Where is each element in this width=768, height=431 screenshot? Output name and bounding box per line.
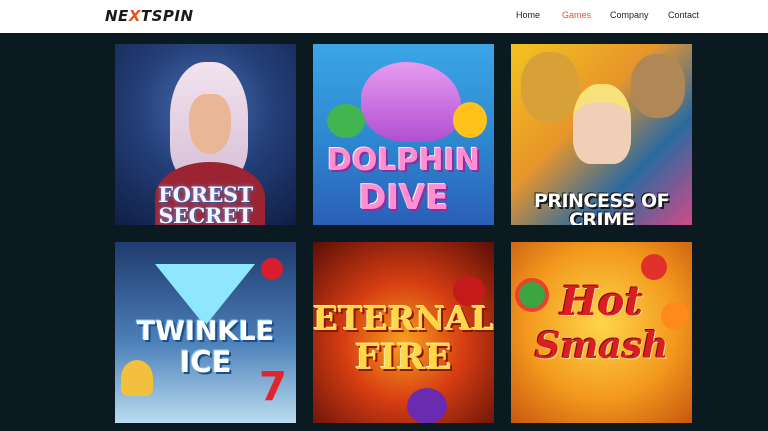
top-navigation-bar: NEXTSPIN Home Games Company Contact: [0, 0, 768, 33]
game-title-line-1: DOLPHIN: [327, 143, 480, 178]
game-title-line-2: ICE: [179, 345, 232, 379]
main-nav: Home Games Company Contact: [0, 10, 768, 24]
fish-art: [453, 102, 487, 138]
game-tile-hot-smash[interactable]: Hot Smash: [511, 242, 692, 423]
game-tile-forest-secret[interactable]: FOREST SECRET: [115, 44, 296, 225]
nav-link-games[interactable]: Games: [562, 10, 591, 20]
tiger-art: [521, 52, 579, 122]
princess-character-art: [573, 84, 631, 164]
game-tile-eternal-fire[interactable]: ETERNAL FIRE: [313, 242, 494, 423]
game-title-line-2: DIVE: [358, 178, 449, 218]
cherry-icon: [261, 258, 283, 280]
game-title: PRINCESS OF CRIME: [533, 190, 670, 226]
dolphin-art: [361, 62, 461, 142]
hyena-art: [631, 54, 685, 118]
game-title-line-2: Smash: [534, 325, 669, 367]
game-title-line-1: TWINKLE: [136, 316, 275, 347]
nav-link-contact[interactable]: Contact: [668, 10, 699, 20]
game-tile-princess-of-crime[interactable]: PRINCESS OF CRIME: [511, 44, 692, 225]
nav-link-home[interactable]: Home: [516, 10, 540, 20]
turtle-art: [327, 104, 365, 138]
strawberry-icon: [641, 254, 667, 280]
game-title: FOREST SECRET: [158, 182, 253, 225]
game-title-line-2: FIRE: [355, 337, 452, 378]
game-tile-twinkle-ice[interactable]: 7 TWINKLE ICE: [115, 242, 296, 423]
grapes-icon: [407, 388, 447, 423]
game-tile-dolphin-dive[interactable]: DOLPHIN DIVE: [313, 44, 494, 225]
game-title-line-1: ETERNAL: [313, 299, 494, 338]
game-title-line-1: Hot: [560, 278, 643, 325]
nav-link-company[interactable]: Company: [610, 10, 649, 20]
character-face-art: [189, 94, 231, 154]
